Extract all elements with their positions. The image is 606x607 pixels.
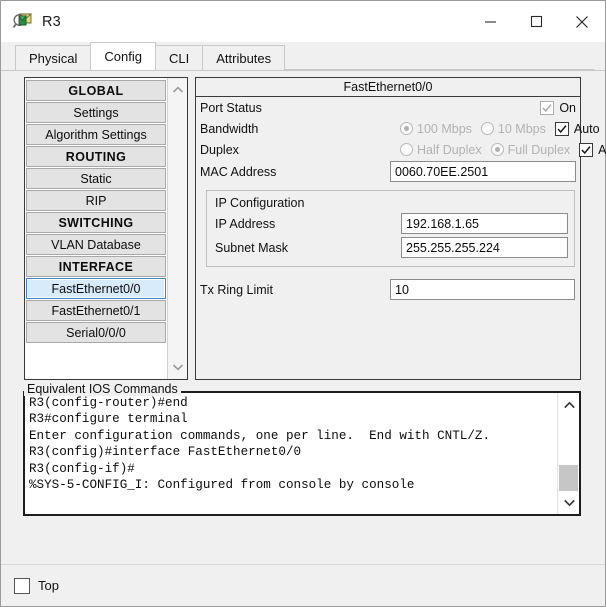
title-bar: R3 <box>1 1 605 42</box>
port-status-row: Port Status On <box>196 97 580 118</box>
tab-attributes[interactable]: Attributes <box>202 45 286 70</box>
port-status-label: Port Status <box>200 100 262 115</box>
sidebar-group-interface: INTERFACE <box>26 256 166 277</box>
duplex-auto-label: Auto <box>598 142 606 157</box>
duplex-radio-full[interactable] <box>490 143 504 156</box>
sidebar-group-global: GLOBAL <box>26 80 166 101</box>
sidebar-item-fastethernet0-0-label: FastEthernet0/0 <box>51 281 141 296</box>
window-title: R3 <box>42 13 61 30</box>
sidebar-group-switching-label: SWITCHING <box>58 215 134 230</box>
window-controls <box>467 1 605 42</box>
sidebar-item-fastethernet0-1-label: FastEthernet0/1 <box>51 303 141 318</box>
maximize-button[interactable] <box>513 1 559 42</box>
sidebar-item-vlan-database[interactable]: VLAN Database <box>26 234 166 255</box>
sidebar-item-rip-label: RIP <box>85 193 107 208</box>
duplex-radio-full-label: Full Duplex <box>507 142 571 157</box>
ios-commands-panel: R3(config-router)#end R3#configure termi… <box>23 391 581 516</box>
mac-address-label: MAC Address <box>200 164 277 179</box>
chevron-down-icon[interactable] <box>168 357 188 377</box>
bandwidth-auto-label: Auto <box>573 121 600 136</box>
top-checkbox-label: Top <box>38 578 59 593</box>
duplex-row: Duplex Half Duplex Full Duplex Auto <box>196 139 606 160</box>
tab-attributes-label: Attributes <box>216 50 272 66</box>
interface-config-panel: FastEthernet0/0 Port Status On Bandwidth… <box>195 77 606 380</box>
subnet-mask-label: Subnet Mask <box>215 240 288 255</box>
sidebar-group-switching: SWITCHING <box>26 212 166 233</box>
bandwidth-radio-100mbps[interactable] <box>400 122 413 135</box>
tx-ring-limit-input[interactable]: 10 <box>390 279 575 300</box>
ios-commands-legend: Equivalent IOS Commands <box>24 382 181 396</box>
ip-configuration-group: IP Configuration IP Address 192.168.1.65… <box>206 190 575 267</box>
mac-address-row: MAC Address 0060.70EE.2501 <box>196 161 580 182</box>
config-navigation-panel: GLOBAL Settings Algorithm Settings ROUTI… <box>24 77 188 380</box>
ip-address-row: IP Address 192.168.1.65 <box>213 213 568 234</box>
device-config-window: R3 Physical Config CLI Attributes GLOBAL… <box>0 0 606 607</box>
tab-config[interactable]: Config <box>90 42 156 70</box>
sidebar-item-settings[interactable]: Settings <box>26 102 166 123</box>
tab-strip: Physical Config CLI Attributes <box>1 42 605 70</box>
sidebar-group-interface-label: INTERFACE <box>58 259 134 274</box>
ip-address-label: IP Address <box>215 216 276 231</box>
subnet-mask-input[interactable]: 255.255.255.224 <box>401 237 568 258</box>
bandwidth-radio-10mbps-label: 10 Mbps <box>497 121 546 136</box>
close-button[interactable] <box>559 1 605 42</box>
sidebar-item-fastethernet0-1[interactable]: FastEthernet0/1 <box>26 300 166 321</box>
sidebar-group-routing-label: ROUTING <box>65 149 127 164</box>
config-tab-content: GLOBAL Settings Algorithm Settings ROUTI… <box>1 70 606 606</box>
bandwidth-label: Bandwidth <box>200 121 259 136</box>
duplex-radio-half[interactable] <box>400 143 413 156</box>
port-status-checkbox-label: On <box>559 100 576 115</box>
bandwidth-radio-100mbps-label: 100 Mbps <box>417 121 472 136</box>
sidebar-item-fastethernet0-0[interactable]: FastEthernet0/0 <box>26 278 166 299</box>
top-checkbox[interactable] <box>14 577 30 594</box>
router-magnifier-icon <box>12 11 34 33</box>
sidebar-item-settings-label: Settings <box>73 105 119 120</box>
tx-ring-limit-label: Tx Ring Limit <box>200 282 273 297</box>
bottom-bar: Top <box>1 564 605 606</box>
sidebar-item-static-label: Static <box>80 171 112 186</box>
sidebar-scrollbar[interactable] <box>167 78 187 379</box>
chevron-down-icon[interactable] <box>558 492 579 512</box>
ios-commands-scrollbar[interactable] <box>557 393 579 514</box>
panel-title: FastEthernet0/0 <box>196 78 580 97</box>
sidebar-item-serial0-0-0-label: Serial0/0/0 <box>66 325 126 340</box>
tab-cli[interactable]: CLI <box>155 45 204 70</box>
duplex-label: Duplex <box>200 142 239 157</box>
sidebar-item-rip[interactable]: RIP <box>26 190 166 211</box>
bandwidth-row: Bandwidth 100 Mbps 10 Mbps Auto <box>196 118 600 139</box>
sidebar-group-routing: ROUTING <box>26 146 166 167</box>
scrollbar-thumb[interactable] <box>559 465 578 491</box>
ios-commands-output: R3(config-router)#end R3#configure termi… <box>29 396 491 493</box>
mac-address-input[interactable]: 0060.70EE.2501 <box>390 161 576 182</box>
duplex-auto-checkbox[interactable] <box>579 142 594 157</box>
bandwidth-auto-checkbox[interactable] <box>554 121 569 136</box>
port-status-checkbox[interactable] <box>540 100 555 115</box>
sidebar-group-global-label: GLOBAL <box>68 83 124 98</box>
ip-configuration-legend: IP Configuration <box>215 196 305 210</box>
chevron-up-icon[interactable] <box>558 395 579 415</box>
sidebar-item-algorithm-settings[interactable]: Algorithm Settings <box>26 124 166 145</box>
tab-config-label: Config <box>104 49 142 64</box>
bandwidth-radio-10mbps[interactable] <box>480 122 494 135</box>
tab-physical[interactable]: Physical <box>15 45 92 70</box>
sidebar-item-algorithm-settings-label: Algorithm Settings <box>45 127 147 142</box>
sidebar-item-static[interactable]: Static <box>26 168 166 189</box>
tx-ring-limit-row: Tx Ring Limit 10 <box>200 279 575 300</box>
sidebar-item-vlan-database-label: VLAN Database <box>51 237 141 252</box>
duplex-radio-half-label: Half Duplex <box>417 142 482 157</box>
sidebar-item-serial0-0-0[interactable]: Serial0/0/0 <box>26 322 166 343</box>
subnet-mask-row: Subnet Mask 255.255.255.224 <box>213 237 568 258</box>
ip-address-input[interactable]: 192.168.1.65 <box>401 213 568 234</box>
tab-physical-label: Physical <box>29 50 78 66</box>
config-navigation-list: GLOBAL Settings Algorithm Settings ROUTI… <box>25 78 167 379</box>
tab-cli-label: CLI <box>169 50 190 66</box>
minimize-button[interactable] <box>467 1 513 42</box>
chevron-up-icon[interactable] <box>168 80 188 100</box>
